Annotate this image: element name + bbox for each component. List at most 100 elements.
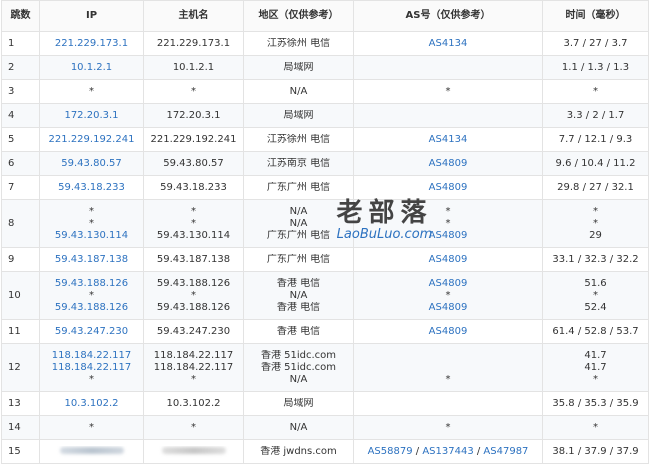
ip-link[interactable]: 59.43.188.126 [55, 278, 128, 289]
region-cell: N/A N/A 广东广州 电信 [243, 199, 354, 248]
as-cell: AS4809 * AS4809 [353, 271, 543, 320]
time-value: * [593, 421, 598, 433]
cell-line: * [144, 86, 243, 98]
cell-line: 59.43.18.233 [144, 182, 243, 194]
table-row: 4 172.20.3.1 172.20.3.1 局域网 3.3 / 2 / 1.7 [1, 103, 649, 128]
ip-link[interactable]: 59.43.187.138 [55, 254, 128, 265]
host-value: 172.20.3.1 [166, 109, 221, 121]
header-hostname: 主机名 [143, 0, 244, 32]
region-value: N/A [289, 217, 308, 229]
table-row: 11 59.43.247.230 59.43.247.230 香港 电信 AS4809 6… [1, 319, 649, 344]
cell-line: 香港 电信 [244, 326, 353, 338]
ip-link[interactable]: 10.1.2.1 [71, 62, 112, 73]
as-value: * [445, 85, 451, 97]
hop-cell: 1 [1, 31, 40, 56]
as-link[interactable]: AS4134 [429, 134, 468, 145]
as-link[interactable]: AS4809 [429, 326, 468, 337]
hostname-cell: * [143, 415, 244, 440]
hostname-cell: 118.184.22.117 118.184.22.117 * [143, 343, 244, 392]
as-cell: AS58879 / AS137443 / AS47987 [353, 439, 543, 464]
cell-line: 172.20.3.1 [40, 110, 143, 122]
header-as: AS号（仅供参考） [353, 0, 543, 32]
cell-line: * [40, 218, 143, 230]
as-list: AS58879 / AS137443 / AS47987 [367, 445, 529, 457]
cell-line: * [40, 290, 143, 302]
as-link[interactable]: AS4809 [429, 254, 468, 265]
host-value: * [191, 373, 196, 385]
as-link[interactable]: AS137443 [422, 446, 473, 457]
as-link[interactable]: AS47987 [483, 446, 528, 457]
ip-link[interactable]: 118.184.22.117 [52, 350, 132, 361]
ip-link[interactable]: 59.43.247.230 [55, 326, 128, 337]
cell-line: AS4809 [354, 158, 542, 170]
time-cell: 1.1 / 1.3 / 1.3 [542, 55, 649, 80]
as-cell: AS4809 [353, 151, 543, 176]
cell-line: 江苏南京 电信 [244, 158, 353, 170]
cell-line: * [543, 218, 648, 230]
redacted-value [161, 447, 226, 454]
ip-link[interactable]: 118.184.22.117 [52, 362, 132, 373]
ip-link[interactable]: 59.43.130.114 [55, 230, 128, 241]
cell-line: 52.4 [543, 302, 648, 314]
ip-link[interactable]: 59.43.188.126 [55, 302, 128, 313]
host-value: 59.43.130.114 [156, 229, 231, 241]
cell-line: 广东广州 电信 [244, 254, 353, 266]
hop-cell: 8 [1, 199, 40, 248]
time-cell: * [542, 79, 649, 104]
cell-line: 221.229.173.1 [144, 38, 243, 50]
ip-link[interactable]: 221.229.192.241 [49, 134, 135, 145]
cell-line: 局域网 [244, 62, 353, 74]
table-row: 3 * * N/A * * [1, 79, 649, 104]
ip-link[interactable]: 59.43.18.233 [58, 182, 125, 193]
hostname-cell: 59.43.187.138 [143, 247, 244, 272]
table-row: 14 * * N/A * * [1, 415, 649, 440]
hostname-cell: 59.43.18.233 [143, 175, 244, 200]
as-cell: AS4809 [353, 319, 543, 344]
hop-cell: 7 [1, 175, 40, 200]
cell-line: 35.8 / 35.3 / 35.9 [543, 398, 648, 410]
hostname-cell [143, 439, 244, 464]
cell-line: 59.43.188.126 [40, 302, 143, 314]
time-value: 52.4 [584, 301, 607, 313]
as-link[interactable]: AS58879 [368, 446, 413, 457]
hop-cell: 10 [1, 271, 40, 320]
cell-line: * [144, 290, 243, 302]
ip-cell: 59.43.188.126 * 59.43.188.126 [39, 271, 144, 320]
hop-cell: 4 [1, 103, 40, 128]
region-value: 香港 电信 [276, 277, 321, 289]
cell-line: 香港 电信 [244, 278, 353, 290]
time-cell: 29.8 / 27 / 32.1 [542, 175, 649, 200]
ip-value: * [89, 217, 94, 229]
cell-line: 59.43.188.126 [144, 278, 243, 290]
host-value: 118.184.22.117 [153, 349, 234, 361]
ip-link[interactable]: 172.20.3.1 [64, 110, 118, 121]
cell-line: 172.20.3.1 [144, 110, 243, 122]
table-header-row: 跳数 IP 主机名 地区（仅供参考） AS号（仅供参考） 时间（毫秒） [1, 0, 649, 32]
ip-link[interactable]: 221.229.173.1 [55, 38, 128, 49]
time-cell: 3.7 / 27 / 3.7 [542, 31, 649, 56]
as-link[interactable]: AS4809 [429, 302, 468, 313]
as-link[interactable]: AS4809 [429, 278, 468, 289]
as-link[interactable]: AS4134 [429, 38, 468, 49]
host-value: * [191, 85, 196, 97]
time-value: * [593, 205, 598, 217]
region-cell: 局域网 [243, 55, 354, 80]
as-link[interactable]: AS4809 [429, 230, 468, 241]
ip-link[interactable]: 10.3.102.2 [64, 398, 118, 409]
cell-line [354, 110, 542, 122]
as-link[interactable]: AS4809 [429, 158, 468, 169]
region-value: 香港 51idc.com [260, 349, 337, 361]
cell-line: 59.43.188.126 [40, 278, 143, 290]
ip-link[interactable]: 59.43.80.57 [61, 158, 121, 169]
cell-line: 59.43.247.230 [40, 326, 143, 338]
region-cell: 香港 51idc.com 香港 51idc.com N/A [243, 343, 354, 392]
table-row: 5 221.229.192.241 221.229.192.241 江苏徐州 电信 AS… [1, 127, 649, 152]
as-link[interactable]: AS4809 [429, 182, 468, 193]
time-cell: * [542, 415, 649, 440]
cell-line: 59.43.187.138 [144, 254, 243, 266]
cell-line: 118.184.22.117 [144, 350, 243, 362]
region-value: 香港 电信 [276, 301, 321, 313]
cell-line: 59.43.130.114 [40, 230, 143, 242]
ip-cell: 59.43.247.230 [39, 319, 144, 344]
region-value: 香港 电信 [276, 325, 321, 337]
